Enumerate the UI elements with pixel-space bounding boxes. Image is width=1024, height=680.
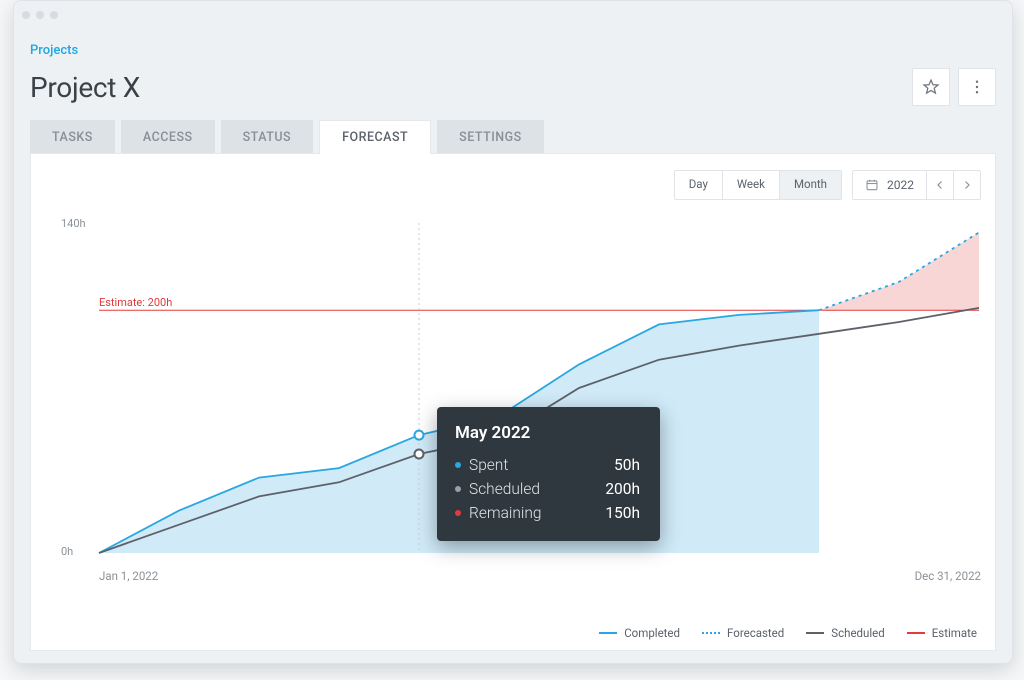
- breadcrumb-projects[interactable]: Projects: [30, 43, 78, 58]
- year-prev-button[interactable]: [927, 171, 954, 199]
- legend-scheduled: Scheduled: [806, 626, 885, 640]
- star-icon: [922, 78, 940, 96]
- title-actions: [912, 68, 996, 106]
- panel-toolbar: DayWeekMonth 2022: [674, 170, 981, 200]
- page-title: Project X: [30, 71, 140, 104]
- year-picker-main[interactable]: 2022: [853, 171, 927, 199]
- chart-plot[interactable]: May 2022 Spent50hScheduled200hRemaining1…: [99, 223, 979, 553]
- x-axis-right-label: Dec 31, 2022: [915, 569, 981, 583]
- legend-label: Estimate: [932, 626, 977, 640]
- range-day[interactable]: Day: [675, 171, 723, 199]
- x-axis-left-label: Jan 1, 2022: [99, 569, 158, 583]
- tabs: TASKSACCESSSTATUSFORECASTSETTINGS: [30, 120, 996, 154]
- y-axis-top-label: 140h: [61, 217, 86, 230]
- chevron-left-icon: [934, 179, 946, 191]
- tooltip-row: Spent50h: [455, 453, 640, 477]
- tab-access[interactable]: ACCESS: [121, 120, 215, 154]
- year-next-button[interactable]: [954, 171, 980, 199]
- app-window: Projects Project X TASKSACCESSSTATUSFORE…: [13, 0, 1013, 664]
- title-row: Project X: [30, 68, 996, 106]
- chart-tooltip: May 2022 Spent50hScheduled200hRemaining1…: [437, 407, 660, 541]
- legend-swatch-scheduled: [806, 632, 824, 634]
- tooltip-row: Scheduled200h: [455, 477, 640, 501]
- calendar-icon: [865, 178, 879, 192]
- traffic-dot: [22, 11, 30, 19]
- tab-settings[interactable]: SETTINGS: [437, 120, 544, 154]
- y-axis-bottom-label: 0h: [61, 545, 73, 558]
- year-value: 2022: [887, 178, 914, 192]
- tooltip-title: May 2022: [455, 423, 640, 443]
- tab-tasks[interactable]: TASKS: [30, 120, 115, 154]
- window-titlebar: [14, 1, 1012, 25]
- range-toggle: DayWeekMonth: [674, 170, 842, 200]
- traffic-dot: [50, 11, 58, 19]
- legend-forecasted: Forecasted: [702, 626, 784, 640]
- range-month[interactable]: Month: [780, 171, 841, 199]
- chevron-right-icon: [961, 179, 973, 191]
- legend-estimate: Estimate: [907, 626, 977, 640]
- legend-swatch-completed: [599, 632, 617, 634]
- year-picker: 2022: [852, 170, 981, 200]
- legend-label: Forecasted: [727, 626, 784, 640]
- tab-status[interactable]: STATUS: [221, 120, 314, 154]
- tab-forecast[interactable]: FORECAST: [319, 120, 431, 154]
- favorite-button[interactable]: [912, 68, 950, 106]
- tooltip-row: Remaining150h: [455, 501, 640, 525]
- legend-label: Scheduled: [831, 626, 885, 640]
- legend-swatch-estimate: [907, 632, 925, 634]
- forecast-panel: DayWeekMonth 2022: [30, 153, 996, 651]
- more-menu-button[interactable]: [958, 68, 996, 106]
- legend-label: Completed: [624, 626, 680, 640]
- page-content: Projects Project X TASKSACCESSSTATUSFORE…: [30, 39, 996, 651]
- legend-completed: Completed: [599, 626, 680, 640]
- traffic-dot: [36, 11, 44, 19]
- range-week[interactable]: Week: [723, 171, 780, 199]
- legend-swatch-forecasted: [702, 632, 720, 634]
- chart-legend: Completed Forecasted Scheduled Estimate: [599, 626, 977, 640]
- kebab-icon: [968, 78, 986, 96]
- chart-zone: 140h 0h Estimate: 200h May 2022 Spent50h…: [61, 219, 981, 574]
